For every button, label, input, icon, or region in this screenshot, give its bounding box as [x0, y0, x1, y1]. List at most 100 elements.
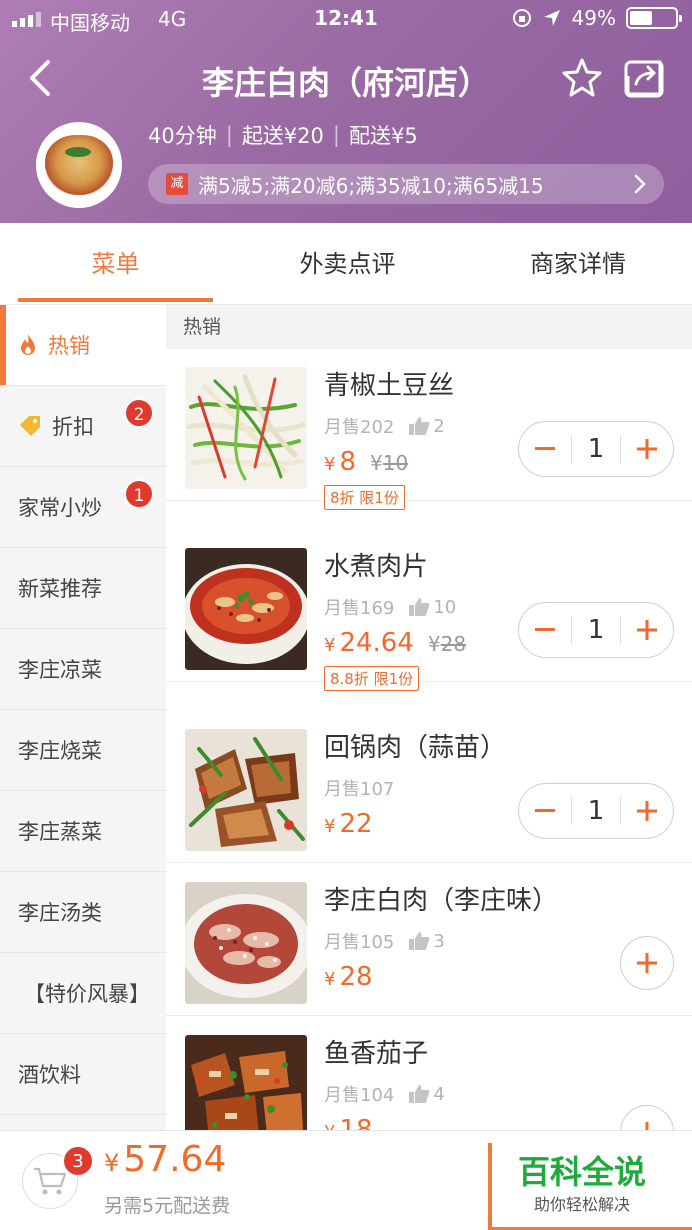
- tag-icon: [20, 416, 40, 436]
- sidebar-item-discount[interactable]: 折扣 2: [0, 386, 166, 467]
- thumbs-up-icon: [409, 417, 430, 435]
- minus-icon: [535, 628, 555, 631]
- sidebar-item-hot[interactable]: 热销: [0, 305, 166, 386]
- store-meta: 40分钟 | 起送¥20 | 配送¥5: [148, 120, 418, 150]
- sidebar-item-soups[interactable]: 李庄汤类: [0, 872, 166, 953]
- sidebar-item-label: 折扣: [52, 415, 94, 439]
- sidebar-item-steamed[interactable]: 李庄蒸菜: [0, 791, 166, 872]
- decrease-button[interactable]: [519, 421, 571, 477]
- dish-name: 李庄白肉（李庄味）: [324, 886, 559, 916]
- tab-bar: 菜单 外卖点评 商家详情: [0, 223, 692, 305]
- dish-price: ¥18: [324, 1115, 373, 1130]
- watermark-subtitle: 助你轻松解决: [533, 1195, 630, 1214]
- cart-total: ¥57.64: [104, 1139, 227, 1180]
- delivery-time: 40分钟: [148, 124, 217, 148]
- location-arrow-icon: [543, 10, 560, 26]
- menu-item[interactable]: 李庄白肉（李庄味） 月售105 3 ¥28: [166, 864, 692, 1016]
- favorite-star-icon[interactable]: [560, 56, 604, 100]
- sidebar-item-label: 家常小炒: [18, 496, 102, 520]
- sidebar-item-label: 酒饮料: [18, 1063, 81, 1087]
- sidebar-item-new[interactable]: 新菜推荐: [0, 548, 166, 629]
- monthly-sold: 月售107: [324, 779, 395, 800]
- sidebar-item-specials[interactable]: 【特价风暴】: [0, 953, 166, 1034]
- delivery-fee: 配送¥5: [348, 124, 418, 148]
- chevron-right-icon: [634, 174, 646, 194]
- tab-reviews[interactable]: 外卖点评: [250, 223, 445, 305]
- plus-icon: [637, 801, 657, 821]
- dish-image: [185, 548, 307, 670]
- sidebar-item-label: 新菜推荐: [18, 577, 102, 601]
- flame-icon: [21, 334, 35, 355]
- menu-item[interactable]: 青椒土豆丝 月售202 2 ¥8 ¥10 8折 限1份 1: [166, 349, 692, 510]
- dish-sales: 月售202 2: [324, 413, 445, 439]
- promo-tag: 减: [166, 173, 188, 195]
- sidebar-badge: 2: [124, 398, 154, 428]
- increase-button[interactable]: [621, 421, 673, 477]
- current-price: 24.64: [339, 628, 414, 658]
- store-logo: [36, 122, 122, 208]
- store-header: 中国移动 4G 12:41 49% 李庄白肉（府河店） 40分钟 | 起送¥20…: [0, 0, 692, 223]
- quantity-value: 1: [571, 797, 621, 825]
- promo-text: 满5减5;满20减6;满35减10;满65减15: [198, 173, 544, 198]
- battery-percent: 49%: [571, 6, 616, 30]
- quantity-value: 1: [571, 616, 621, 644]
- sidebar-item-drinks[interactable]: 酒饮料: [0, 1034, 166, 1115]
- like-count: 10: [433, 596, 457, 618]
- original-price: ¥10: [370, 451, 409, 475]
- thumbs-up-icon: [409, 932, 430, 950]
- add-to-cart-button[interactable]: [620, 1105, 674, 1130]
- cart-bar: 3 ¥57.64 另需5元配送费 百科全说 助你轻松解决: [0, 1130, 692, 1230]
- tab-store-details[interactable]: 商家详情: [478, 223, 678, 305]
- decrease-button[interactable]: [519, 783, 571, 839]
- menu-item[interactable]: 回锅肉（蒜苗） 月售107 ¥22 1: [166, 711, 692, 863]
- add-to-cart-button[interactable]: [620, 936, 674, 990]
- menu-item[interactable]: 鱼香茄子 月售104 4 ¥18: [166, 1017, 692, 1130]
- quantity-stepper: 1: [518, 783, 674, 839]
- dish-price: ¥8 ¥10: [324, 447, 409, 477]
- promo-bar[interactable]: 减 满5减5;满20减6;满35减10;满65减15: [148, 164, 664, 204]
- thumbs-up-icon: [409, 598, 430, 616]
- sidebar-item-cold-dishes[interactable]: 李庄凉菜: [0, 629, 166, 710]
- like-count: 2: [433, 415, 445, 437]
- sidebar-item-home-style[interactable]: 家常小炒 1: [0, 467, 166, 548]
- monthly-sold: 月售105: [324, 932, 395, 953]
- increase-button[interactable]: [621, 783, 673, 839]
- share-icon[interactable]: [622, 56, 666, 100]
- thumbs-up-icon: [409, 1085, 430, 1103]
- quantity-value: 1: [571, 435, 621, 463]
- plus-icon: [637, 439, 657, 459]
- dish-name: 水煮肉片: [324, 552, 429, 582]
- plus-icon: [645, 1122, 649, 1130]
- quantity-stepper: 1: [518, 602, 674, 658]
- sidebar-item-label: 热销: [48, 334, 90, 358]
- dish-image: [185, 1035, 307, 1130]
- increase-button[interactable]: [621, 602, 673, 658]
- dish-name: 鱼香茄子: [324, 1039, 429, 1069]
- category-sidebar: 热销 折扣 2 家常小炒 1 新菜推荐 李庄凉菜 李庄烧菜 李庄蒸菜 李庄汤类 …: [0, 305, 166, 1130]
- tab-menu[interactable]: 菜单: [18, 223, 213, 305]
- sidebar-item-label: 李庄凉菜: [18, 658, 102, 682]
- dish-name: 青椒土豆丝: [324, 371, 455, 401]
- current-price: 8: [339, 447, 356, 477]
- decrease-button[interactable]: [519, 602, 571, 658]
- watermark: 百科全说 助你轻松解决: [488, 1143, 692, 1230]
- dish-price: ¥22: [324, 809, 373, 839]
- status-bar: 中国移动 4G 12:41 49%: [0, 0, 692, 40]
- sidebar-item-braised[interactable]: 李庄烧菜: [0, 710, 166, 791]
- current-price: 22: [339, 809, 373, 839]
- orientation-lock-icon: [512, 9, 531, 27]
- monthly-sold: 月售104: [324, 1085, 395, 1106]
- quantity-stepper: 1: [518, 421, 674, 477]
- discount-tag: 8.8折 限1份: [324, 666, 420, 691]
- dish-name: 回锅肉（蒜苗）: [324, 733, 507, 763]
- cart-count-badge: 3: [62, 1145, 94, 1177]
- current-price: 18: [339, 1115, 373, 1130]
- total-amount: 57.64: [123, 1139, 227, 1180]
- sidebar-item-label: 【特价风暴】: [24, 982, 150, 1006]
- monthly-sold: 月售169: [324, 598, 395, 619]
- original-price: ¥28: [427, 632, 467, 656]
- sidebar-badge: 1: [124, 479, 154, 509]
- dish-sales: 月售105 3: [324, 928, 445, 954]
- battery-icon: [626, 7, 682, 29]
- menu-item[interactable]: 水煮肉片 月售169 10 ¥24.64 ¥28 8.8折 限1份 1: [166, 530, 692, 691]
